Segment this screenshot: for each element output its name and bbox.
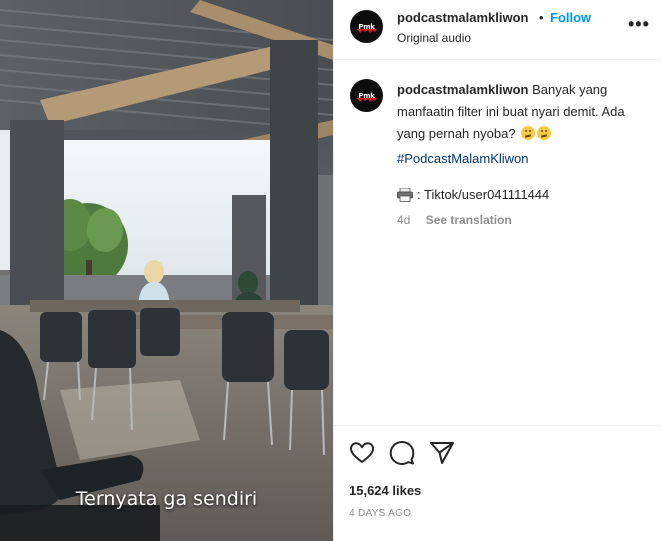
drip-icon xyxy=(356,98,377,102)
separator-dot: • xyxy=(539,10,544,25)
drip-icon xyxy=(356,29,377,33)
comment-icon[interactable] xyxy=(389,440,415,466)
thinking-face-emoji xyxy=(537,126,552,140)
more-options-icon[interactable]: ••• xyxy=(628,14,650,35)
caption-block: Pmk podcastmalamkliwon Banyak yang manfa… xyxy=(334,60,661,425)
post-header: Pmk podcastmalamkliwon • Follow Original… xyxy=(334,0,661,60)
see-translation-link[interactable]: See translation xyxy=(426,213,512,227)
printer-icon xyxy=(397,187,413,202)
post-date: 4 DAYS AGO xyxy=(349,508,412,519)
caption-meta: 4d See translation xyxy=(397,213,512,227)
avatar[interactable]: Pmk xyxy=(350,79,383,112)
share-icon[interactable] xyxy=(429,440,455,466)
tiktok-handle: : Tiktok/user041111444 xyxy=(417,187,550,202)
header-username[interactable]: podcastmalamkliwon xyxy=(397,10,528,25)
post-actions: 15,624 likes 4 DAYS AGO xyxy=(334,425,661,541)
audio-link[interactable]: Original audio xyxy=(397,31,471,45)
caption-username[interactable]: podcastmalamkliwon xyxy=(397,82,528,97)
media-caption-overlay: Ternyata ga sendiri xyxy=(75,488,258,510)
tiktok-line: : Tiktok/user041111444 xyxy=(397,187,549,202)
thinking-face-emoji xyxy=(521,126,536,140)
avatar[interactable]: Pmk xyxy=(350,10,383,43)
follow-button[interactable]: Follow xyxy=(550,10,591,25)
post-age: 4d xyxy=(397,213,411,227)
caption-text: podcastmalamkliwon Banyak yang manfaatin… xyxy=(397,79,652,145)
post-media[interactable]: Ternyata ga sendiri xyxy=(0,0,333,541)
post-details-panel: Pmk podcastmalamkliwon • Follow Original… xyxy=(333,0,661,541)
hashtag-link[interactable]: #PodcastMalamKliwon xyxy=(397,151,529,166)
classroom-illustration xyxy=(0,0,333,541)
heart-icon[interactable] xyxy=(349,440,375,466)
likes-count[interactable]: 15,624 likes xyxy=(349,483,421,498)
